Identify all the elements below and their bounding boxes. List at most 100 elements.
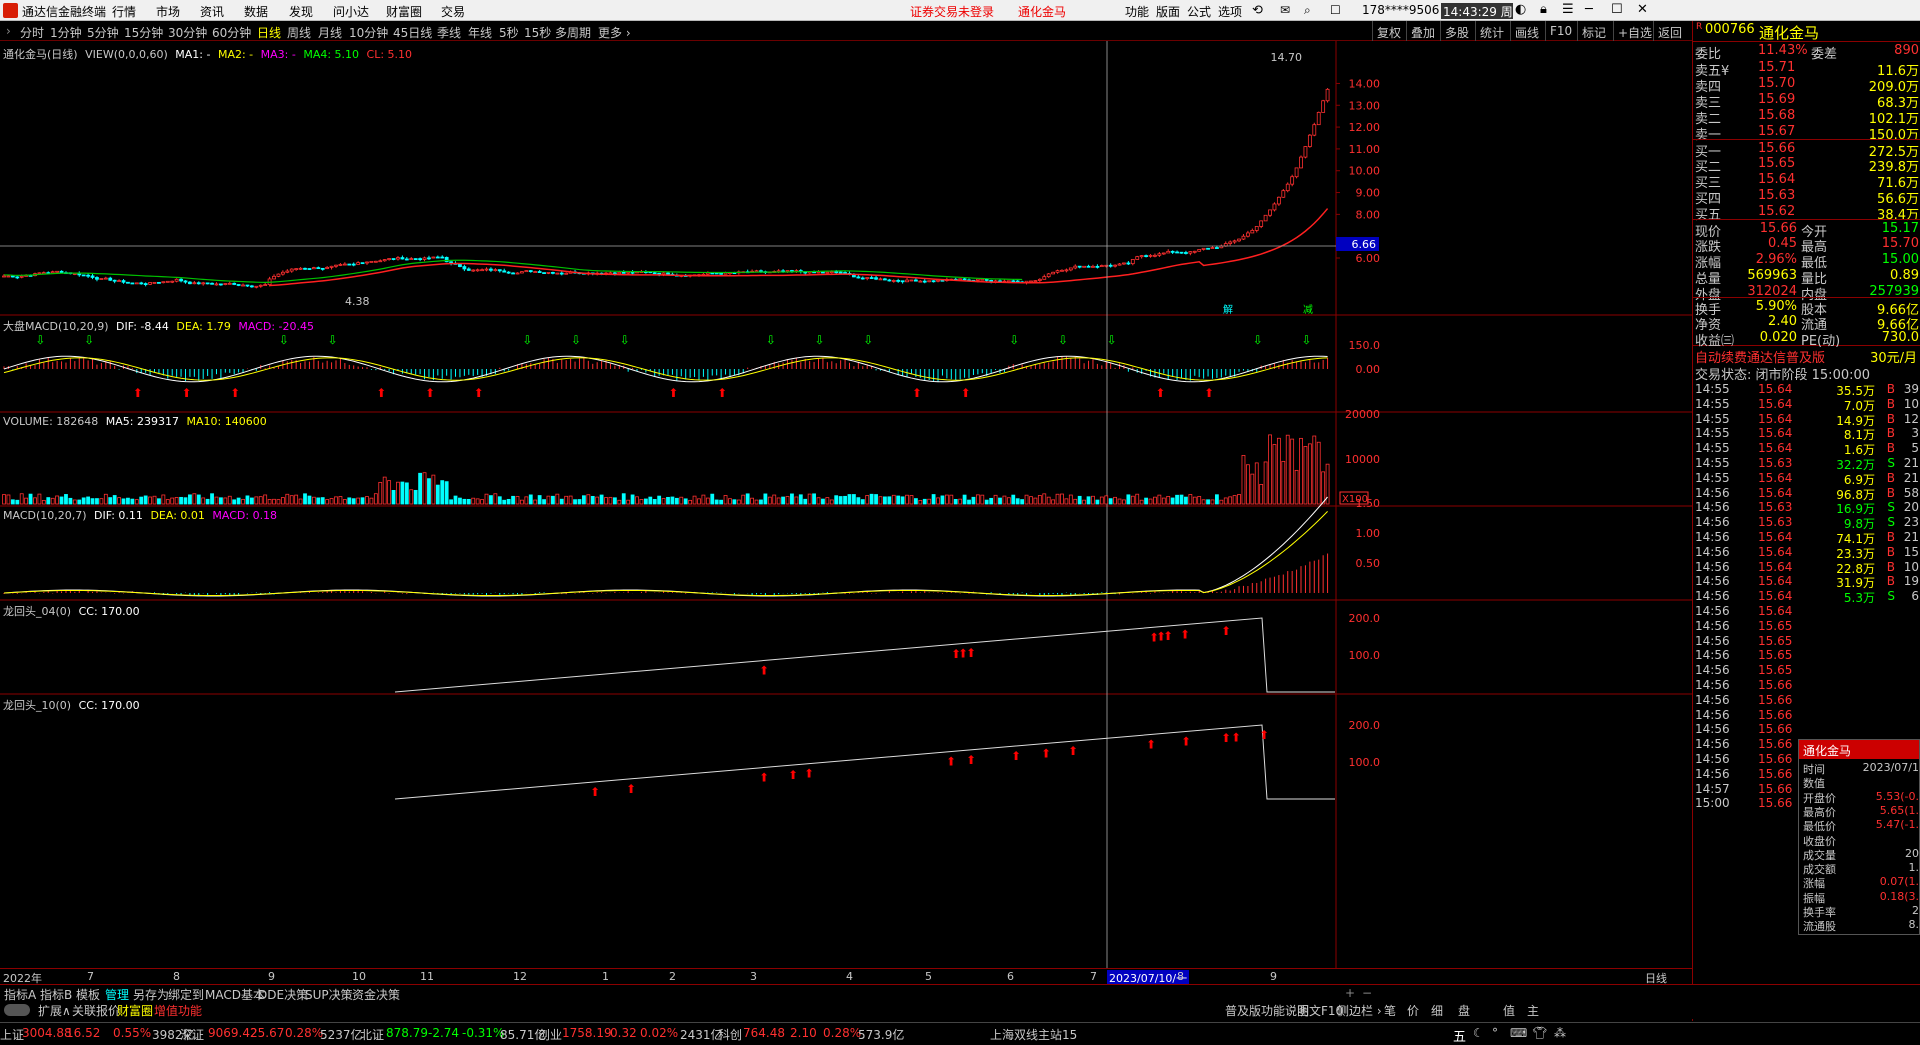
account-label[interactable]: 178****9506 [1362,3,1439,17]
menu-zixun[interactable]: 资讯 [200,3,224,20]
period-5min[interactable]: 5分钟 [87,24,119,41]
btn-sidebar[interactable]: 侧边栏 › [1337,1002,1382,1019]
period-30min[interactable]: 30分钟 [168,24,207,41]
tab-zhi[interactable]: 值 [1503,1002,1515,1019]
period-60min[interactable]: 60分钟 [212,24,251,41]
period-fenshi[interactable]: 分时 [20,24,44,41]
dragon2-tick: 100.0 [1349,756,1381,769]
volume-bar [1215,494,1219,505]
lock-icon[interactable]: 🔒︎ [1540,2,1547,17]
skin-icon[interactable]: ◐ [1515,2,1526,17]
macd1-signal-arrow: ⬆ [912,386,922,400]
period-week[interactable]: 周线 [287,24,311,41]
tool-gongshi[interactable]: 公式 [1187,3,1211,20]
kline-chart-svg[interactable]: 14.00 13.00 12.00 11.00 10.00 9.00 8.00 6.006.6… [0,41,1692,968]
volume-bar [1095,499,1100,505]
index-n[interactable]: 上证 [0,1026,24,1043]
btn-diejia[interactable]: 叠加 [1406,21,1439,41]
period-15sec[interactable]: 15秒 [524,24,551,41]
volume-ma5: MA5: 239317 [105,415,179,428]
chart-area[interactable]: 14.00 13.00 12.00 11.00 10.00 9.00 8.00 6.00 6.6… [0,41,1692,968]
close-icon[interactable]: ✕ [1637,2,1648,17]
maximize-icon[interactable]: ☐ [1611,2,1623,17]
dot-icon[interactable]: ° [1492,1026,1498,1040]
btn-value-added[interactable]: 增值功能 [154,1002,202,1019]
candle-body [325,266,330,269]
dragon2-arrow: ⬆ [759,771,769,785]
btn-tongji[interactable]: 统计 [1475,21,1508,41]
mail-icon[interactable]: ✉ [1280,3,1290,17]
btn-zixuan[interactable]: +自选 [1613,21,1656,41]
btn-related-quote[interactable]: 关联报价 [72,1002,120,1019]
candle-body [232,282,237,285]
search-icon[interactable]: ⌕ [1304,3,1311,18]
ime-wu-icon[interactable]: 五 [1453,1026,1466,1045]
period-45day[interactable]: 45日线 [393,24,432,41]
btn-f10[interactable]: F10 [1545,21,1576,41]
btn-biaoji[interactable]: 标记 [1577,21,1610,41]
candle-body [1241,235,1246,240]
grid-icon[interactable]: ⁂ [1554,1026,1566,1040]
period-more[interactable]: 更多 › [598,24,631,41]
tick-row: 14:55 15.64 8.1万 B 3 [1693,425,1920,442]
index-n[interactable]: 科创 [718,1026,742,1043]
period-10min[interactable]: 10分钟 [349,24,388,41]
tab-bi[interactable]: 笔 [1384,1002,1396,1019]
tool-banmian[interactable]: 版面 [1156,3,1180,20]
period-multi[interactable]: 多周期 [555,24,591,41]
volume-bar [564,495,569,505]
tab-zhu[interactable]: 主 [1527,1002,1539,1019]
login-notice[interactable]: 证券交易未登录 [910,3,994,20]
tool-xuanxiang[interactable]: 选项 [1218,3,1242,20]
period-arrow-icon[interactable]: › [6,24,11,38]
menu-shuju[interactable]: 数据 [244,3,268,20]
keyboard-icon[interactable]: ⌨ [1510,1026,1527,1040]
moon-icon[interactable]: ☾ [1473,1026,1484,1040]
server-name[interactable]: 上海双线主站15 [990,1026,1077,1043]
period-1min[interactable]: 1分钟 [50,24,82,41]
minimize-icon[interactable]: ─ [1585,2,1593,17]
message-icon[interactable]: ☐ [1330,3,1341,17]
index-n[interactable]: 深证 [180,1026,204,1043]
menu-hangqing[interactable]: 行情 [112,3,136,20]
period-day[interactable]: 日线 [257,24,281,41]
candle-body [227,282,232,285]
period-15min[interactable]: 15分钟 [124,24,163,41]
settings-icon[interactable]: ☰ [1562,2,1574,17]
tick-price: 15.66 [1758,722,1793,737]
refresh-icon[interactable]: ⟲ [1252,3,1263,18]
btn-fanhui[interactable]: 返回 [1653,21,1686,41]
candle-body [962,278,967,281]
candle-body [81,274,86,277]
tooltip-row: 成交额 1. [1799,861,1920,876]
btn-fuquan[interactable]: 复权 [1372,21,1405,41]
zoom-in-icon[interactable]: + [1345,986,1355,1000]
tab-pan[interactable]: 盘 [1458,1002,1470,1019]
menu-shichang[interactable]: 市场 [156,3,180,20]
tab-xi[interactable]: 细 [1431,1002,1443,1019]
index-n[interactable]: 北证 [360,1026,384,1043]
tool-gongneng[interactable]: 功能 [1125,3,1149,20]
menu-faxian[interactable]: 发现 [289,3,313,20]
btn-duogu[interactable]: 多股 [1440,21,1473,41]
menu-caifuquan[interactable]: 财富圈 [386,3,422,20]
menu-jiaoyi[interactable]: 交易 [441,3,465,20]
tshirt-icon[interactable]: 👕︎ [1532,1026,1547,1040]
period-quarter[interactable]: 季线 [437,24,461,41]
index-n[interactable]: 创业 [538,1026,562,1043]
period-year[interactable]: 年线 [468,24,492,41]
tick-row: 14:55 15.64 1.6万 B 5 [1693,440,1920,457]
date-month: 7 [87,970,94,983]
menu-wenxiaoda[interactable]: 问小达 [333,3,369,20]
period-5sec[interactable]: 5秒 [499,24,519,41]
zoom-out-icon[interactable]: − [1362,986,1372,1000]
btn-expand[interactable]: 扩展∧ [38,1002,71,1019]
period-month[interactable]: 月线 [318,24,342,41]
volume-bar [1117,498,1122,505]
toggle-switch[interactable] [4,1004,30,1016]
candle-body [1091,265,1095,268]
tab-jia[interactable]: 价 [1407,1002,1419,1019]
btn-caifuquan[interactable]: 财富圈 [117,1002,153,1019]
btn-huaxian[interactable]: 画线 [1510,21,1543,41]
volume-bar [1316,441,1321,505]
